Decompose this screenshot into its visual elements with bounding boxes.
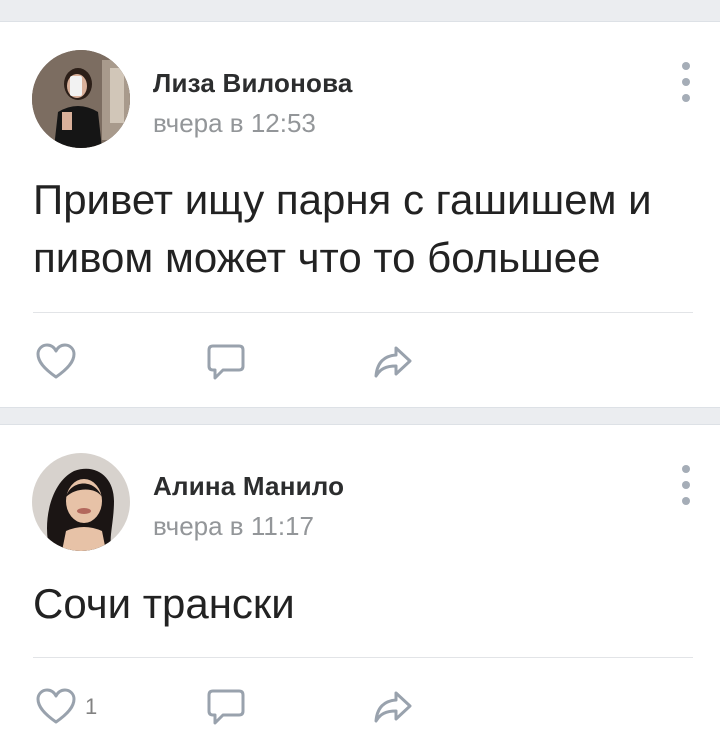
- author-name[interactable]: Алина Манило: [153, 471, 344, 502]
- post-text: Сочи трански: [33, 580, 295, 627]
- share-button[interactable]: [372, 340, 414, 384]
- avatar-image: [32, 50, 130, 148]
- post-actions: [0, 330, 720, 390]
- heart-icon: [36, 343, 76, 379]
- post-timestamp[interactable]: вчера в 12:53: [153, 108, 316, 139]
- like-button[interactable]: [35, 340, 77, 384]
- share-icon: [374, 346, 412, 378]
- share-button[interactable]: [372, 685, 414, 729]
- post-card: Лиза Вилонова вчера в 12:53 Привет ищу п…: [0, 22, 720, 407]
- comment-icon: [207, 344, 245, 380]
- author-name[interactable]: Лиза Вилонова: [153, 68, 353, 99]
- like-button[interactable]: 1: [35, 685, 97, 729]
- avatar-image: [32, 453, 130, 551]
- avatar[interactable]: [32, 453, 130, 551]
- more-options-button[interactable]: [680, 60, 692, 104]
- share-icon: [374, 691, 412, 723]
- more-vertical-icon: [682, 465, 690, 505]
- heart-icon: [36, 688, 76, 724]
- comment-button[interactable]: [205, 340, 247, 384]
- comment-icon: [207, 689, 245, 725]
- more-vertical-icon: [682, 62, 690, 102]
- post-divider: [33, 312, 693, 313]
- more-options-button[interactable]: [680, 463, 692, 507]
- post-card: Алина Манило вчера в 11:17 Сочи трански …: [0, 425, 720, 737]
- avatar[interactable]: [32, 50, 130, 148]
- like-count: 1: [85, 694, 98, 719]
- news-feed: Лиза Вилонова вчера в 12:53 Привет ищу п…: [0, 0, 720, 737]
- post-timestamp[interactable]: вчера в 11:17: [153, 511, 314, 542]
- post-actions: 1: [0, 675, 720, 735]
- post-text: Привет ищу парня с гашишем и пивом может…: [33, 176, 652, 281]
- post-divider: [33, 657, 693, 658]
- comment-button[interactable]: [205, 685, 247, 729]
